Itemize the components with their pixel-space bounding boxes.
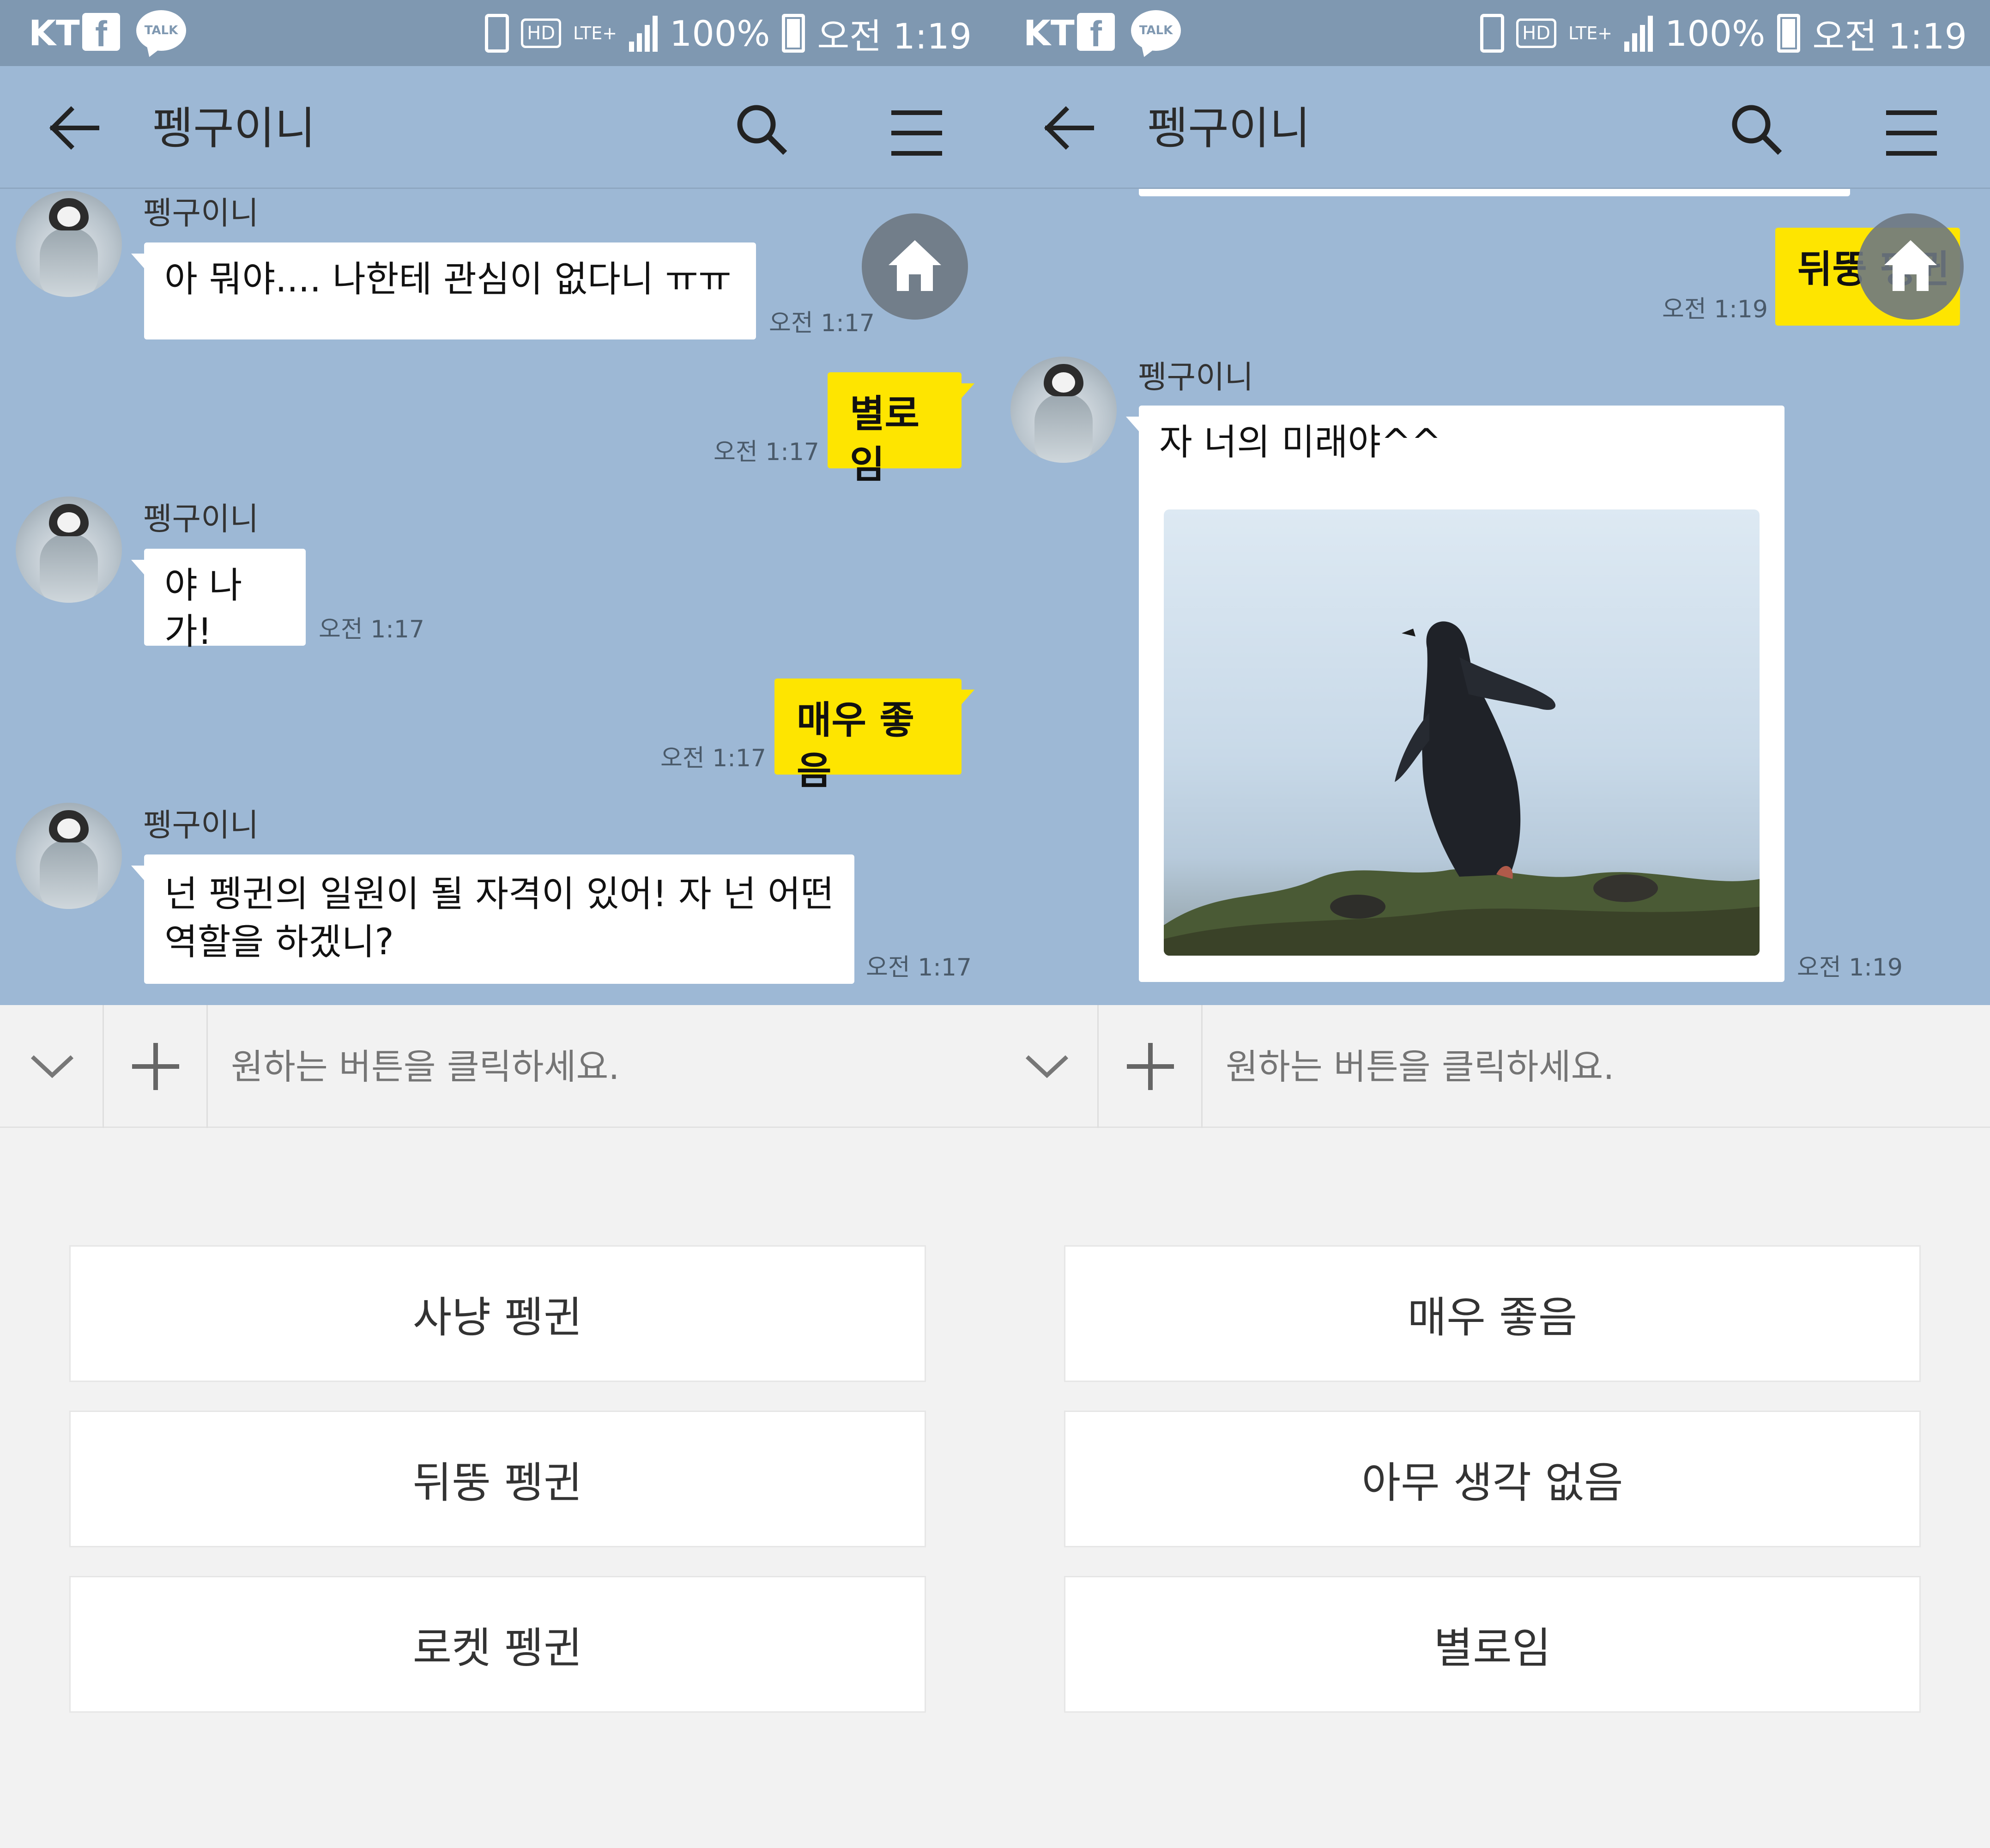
message-input[interactable] (231, 1041, 924, 1092)
message-time: 오전 1:19 (1797, 954, 1903, 982)
menu-button[interactable] (889, 108, 944, 158)
message-text: 별로임 (850, 392, 919, 487)
sender-name: 펭구이니 (143, 501, 259, 538)
carrier-label: KT (29, 12, 80, 54)
home-button[interactable] (1857, 213, 1964, 320)
back-arrow-icon (1044, 106, 1094, 150)
plus-icon (132, 1043, 179, 1090)
status-indicators: HD LTE+ 100% 오전 1:19 (485, 10, 972, 57)
status-bar: KT f TALK HD LTE+ 100% 오전 1:19 (0, 0, 995, 66)
chevron-down-icon (1025, 1055, 1069, 1079)
kakaotalk-icon: TALK (136, 10, 186, 51)
message-text: 매우 좋음 (797, 698, 914, 793)
plus-icon (1127, 1043, 1174, 1090)
back-arrow-icon (49, 106, 99, 150)
collapse-button[interactable] (0, 1005, 104, 1128)
vibrate-icon (485, 14, 509, 53)
message-input-bar (0, 1005, 995, 1128)
quick-reply-area: 사냥 펭귄 뒤뚱 펭귄 로켓 펭귄 (0, 1128, 995, 1848)
battery-icon (1777, 14, 1801, 53)
incoming-message[interactable]: 야 나가! (131, 549, 306, 653)
quick-reply-button[interactable]: 뒤뚱 펭귄 (69, 1411, 926, 1547)
home-icon (1884, 240, 1937, 291)
clock: 오전 1:19 (1812, 16, 1967, 57)
quick-reply-button[interactable]: 사냥 펭귄 (69, 1245, 926, 1382)
search-icon (737, 105, 787, 155)
sender-name: 펭구이니 (1138, 359, 1254, 396)
message-time: 오전 1:17 (660, 745, 766, 772)
message-time: 오전 1:17 (319, 616, 424, 643)
chat-screen-right: KT f TALK HD LTE+ 100% 오전 1:19 펭구이니 뒤뚱 펭… (995, 0, 1990, 1848)
back-button[interactable] (1041, 105, 1096, 151)
chat-header: 펭구이니 (995, 66, 1990, 189)
back-button[interactable] (46, 105, 102, 151)
menu-button[interactable] (1884, 108, 1939, 158)
incoming-message[interactable]: 넌 펭귄의 일원이 될 자격이 있어! 자 넌 어떤 역할을 하겠니? (131, 854, 854, 984)
quick-reply-button[interactable]: 매우 좋음 (1064, 1245, 1921, 1382)
status-indicators: HD LTE+ 100% 오전 1:19 (1480, 10, 1967, 57)
search-icon (1732, 105, 1782, 155)
network-label: LTE+ (573, 23, 617, 43)
facebook-icon: f (1077, 13, 1115, 54)
battery-percent: 100% (670, 12, 770, 54)
message-text: 아 뭐야.... 나한테 관심이 없다니 ㅠㅠ (164, 259, 732, 300)
menu-icon (891, 110, 942, 156)
search-button[interactable] (734, 102, 790, 158)
sender-name: 펭구이니 (143, 807, 259, 844)
message-time: 오전 1:17 (714, 438, 819, 466)
hd-badge: HD (1516, 18, 1557, 48)
network-label: LTE+ (1568, 23, 1613, 43)
message-input[interactable] (1226, 1041, 1918, 1092)
quick-reply-button[interactable]: 아무 생각 없음 (1064, 1411, 1921, 1547)
signal-icon (629, 15, 658, 52)
previous-message-edge (1139, 189, 1850, 196)
collapse-button[interactable] (995, 1005, 1099, 1128)
penguin-image (1164, 621, 1760, 956)
quick-reply-button[interactable]: 로켓 펭귄 (69, 1576, 926, 1713)
sender-avatar[interactable] (16, 803, 122, 909)
sender-name: 펭구이니 (143, 195, 259, 232)
outgoing-message[interactable]: 별로임 (828, 372, 974, 487)
attach-button[interactable] (104, 1005, 208, 1128)
message-text: 자 너의 미래야^^ (1159, 422, 1441, 463)
message-text-line: 넌 펭귄의 일원이 될 자격이 있어! 자 넌 어떤 (164, 873, 834, 915)
attach-button[interactable] (1099, 1005, 1203, 1128)
chat-header: 펭구이니 (0, 66, 995, 189)
signal-icon (1624, 15, 1653, 52)
chevron-down-icon (30, 1055, 74, 1079)
sender-avatar[interactable] (16, 497, 122, 603)
quick-reply-button[interactable]: 별로임 (1064, 1576, 1921, 1713)
facebook-icon: f (82, 13, 120, 54)
sender-avatar[interactable] (16, 191, 122, 297)
status-bar: KT f TALK HD LTE+ 100% 오전 1:19 (995, 0, 1990, 66)
penguin-photo[interactable] (1164, 509, 1760, 956)
chat-title: 펭구이니 (1147, 103, 1311, 154)
sender-avatar[interactable] (1010, 357, 1117, 463)
message-time: 오전 1:17 (866, 954, 972, 982)
kakaotalk-icon: TALK (1131, 10, 1181, 51)
message-input-bar (995, 1005, 1990, 1128)
quick-reply-area: 매우 좋음 아무 생각 없음 별로임 (995, 1128, 1990, 1848)
vibrate-icon (1480, 14, 1505, 53)
clock: 오전 1:19 (817, 16, 972, 57)
outgoing-message[interactable]: 매우 좋음 (774, 679, 974, 793)
incoming-message[interactable]: 아 뭐야.... 나한테 관심이 없다니 ㅠㅠ (131, 242, 756, 339)
chat-title: 펭구이니 (152, 103, 316, 154)
home-button[interactable] (862, 213, 968, 320)
search-button[interactable] (1729, 102, 1784, 158)
message-time: 오전 1:17 (769, 309, 875, 337)
battery-icon (782, 14, 805, 53)
hd-badge: HD (521, 18, 562, 48)
chat-screen-left: KT f TALK HD LTE+ 100% 오전 1:19 펭구이니 펭구이니… (0, 0, 995, 1848)
carrier-label: KT (1023, 12, 1075, 54)
menu-icon (1886, 110, 1937, 156)
home-icon (889, 240, 941, 291)
message-time: 오전 1:19 (1662, 296, 1768, 323)
battery-percent: 100% (1665, 12, 1766, 54)
message-text: 야 나가! (164, 565, 242, 653)
message-text-line: 역할을 하겠니? (164, 921, 394, 963)
